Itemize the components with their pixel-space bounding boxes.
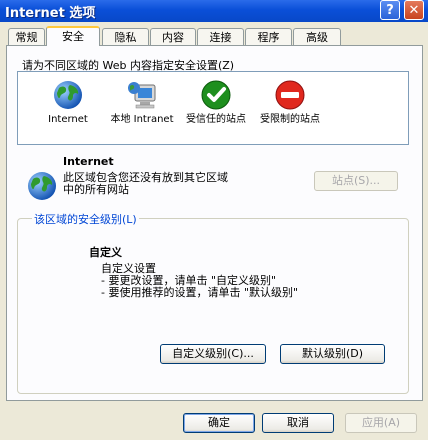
tab-content[interactable]: 内容 <box>150 28 196 45</box>
ok-button[interactable]: 确定 <box>183 413 255 433</box>
close-button[interactable]: ✕ <box>404 0 424 20</box>
zone-trusted[interactable]: 受信任的站点 <box>181 76 251 142</box>
zone-internet-label: Internet <box>48 114 88 125</box>
custom-level-line3: - 要使用推荐的设置，请单击 "默认级别" <box>101 286 299 299</box>
selected-zone-name: Internet <box>63 155 114 168</box>
zone-internet[interactable]: Internet <box>33 76 103 142</box>
selected-zone-globe-icon <box>28 172 56 200</box>
security-level-group <box>17 218 409 394</box>
title-bar: Internet 选项 ? ✕ <box>0 0 428 22</box>
selected-zone-desc-line2: 中的所有网站 <box>63 183 129 196</box>
zone-trusted-label: 受信任的站点 <box>186 114 246 125</box>
tab-privacy[interactable]: 隐私 <box>102 28 149 45</box>
tab-security[interactable]: 安全 <box>46 26 100 46</box>
window-title: Internet 选项 <box>5 6 96 21</box>
custom-level-button[interactable]: 自定义级别(C)... <box>160 344 266 364</box>
zone-restricted[interactable]: 受限制的站点 <box>255 76 325 142</box>
intranet-computer-icon <box>128 82 156 109</box>
default-level-button[interactable]: 默认级别(D) <box>280 344 385 364</box>
help-button[interactable]: ? <box>380 0 400 20</box>
globe-icon <box>54 81 82 109</box>
tab-connections[interactable]: 连接 <box>197 28 244 45</box>
trusted-check-icon <box>201 80 231 110</box>
zone-intranet-label: 本地 Intranet <box>110 114 174 125</box>
tab-advanced[interactable]: 高级 <box>293 28 341 45</box>
zone-intranet[interactable]: 本地 Intranet <box>107 76 177 142</box>
sites-button[interactable]: 站点(S)... <box>314 171 398 191</box>
restricted-stop-icon <box>275 80 305 110</box>
tab-programs[interactable]: 程序 <box>245 28 292 45</box>
apply-button[interactable]: 应用(A) <box>345 413 417 433</box>
tab-general[interactable]: 常规 <box>8 28 45 45</box>
custom-level-title: 自定义 <box>89 246 122 259</box>
zone-restricted-label: 受限制的站点 <box>260 114 320 125</box>
zone-list[interactable]: Internet 本地 Intranet 受信任的站点 受限制的站点 <box>17 71 409 145</box>
security-level-label: 该区域的安全级别(L) <box>32 211 139 227</box>
cancel-button[interactable]: 取消 <box>262 413 334 433</box>
